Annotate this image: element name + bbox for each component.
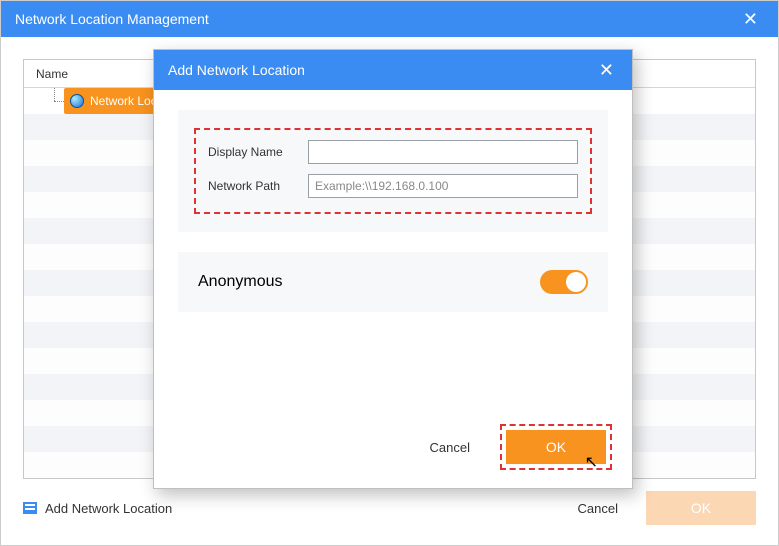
network-path-row: Network Path <box>208 174 578 198</box>
close-icon[interactable]: ✕ <box>737 9 764 30</box>
add-network-location-dialog: Add Network Location ✕ Display Name Netw… <box>153 49 633 489</box>
window-titlebar: Network Location Management ✕ <box>1 1 778 37</box>
dialog-footer: Cancel OK <box>420 424 612 470</box>
close-icon[interactable]: ✕ <box>595 60 618 81</box>
toggle-knob-icon <box>566 272 586 292</box>
dialog-title: Add Network Location <box>168 62 305 78</box>
add-link-label: Add Network Location <box>45 501 172 516</box>
network-path-input[interactable] <box>308 174 578 198</box>
add-network-location-link[interactable]: Add Network Location <box>23 501 172 516</box>
window-footer: Add Network Location Cancel OK <box>23 491 756 525</box>
ok-button-highlight: OK <box>500 424 612 470</box>
highlighted-fields-group: Display Name Network Path <box>194 128 592 214</box>
dialog-titlebar: Add Network Location ✕ <box>154 50 632 90</box>
display-name-label: Display Name <box>208 145 298 159</box>
anonymous-toggle[interactable] <box>540 270 588 294</box>
globe-icon <box>70 94 84 108</box>
cancel-button[interactable]: Cancel <box>568 495 628 522</box>
anonymous-label: Anonymous <box>198 273 283 291</box>
tree-connector-icon <box>48 88 64 114</box>
list-icon <box>23 502 37 514</box>
window-title: Network Location Management <box>15 11 209 27</box>
anonymous-card: Anonymous <box>178 252 608 312</box>
dialog-body: Display Name Network Path Anonymous <box>154 90 632 312</box>
display-name-row: Display Name <box>208 140 578 164</box>
network-path-label: Network Path <box>208 179 298 193</box>
form-card: Display Name Network Path <box>178 110 608 232</box>
ok-button[interactable]: OK <box>506 430 606 464</box>
column-header-name: Name <box>24 67 68 81</box>
display-name-input[interactable] <box>308 140 578 164</box>
cancel-button[interactable]: Cancel <box>420 434 480 461</box>
ok-button-disabled: OK <box>646 491 756 525</box>
footer-buttons: Cancel OK <box>568 491 756 525</box>
